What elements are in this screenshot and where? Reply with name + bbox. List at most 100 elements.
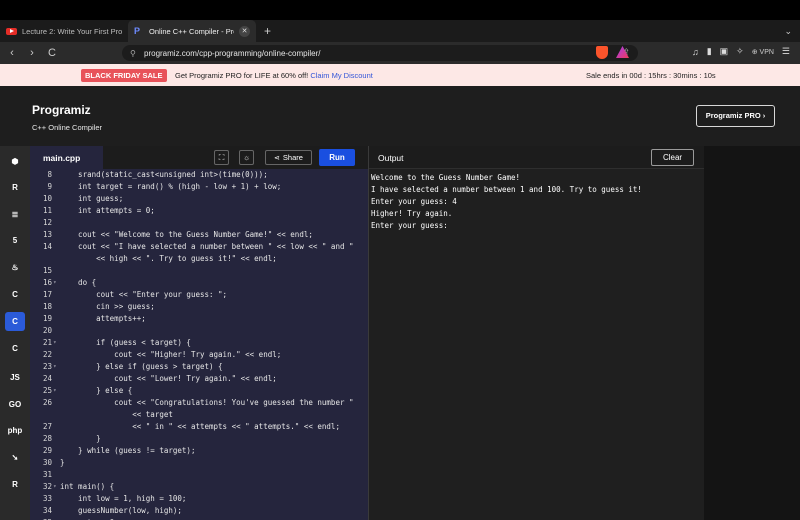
js-icon[interactable]: JS — [5, 368, 25, 387]
output-line: Enter your guess: 4 — [371, 197, 457, 206]
output-title: Output — [378, 153, 404, 163]
leo-icon[interactable]: ✧ — [736, 46, 744, 57]
claim-discount-link[interactable]: Claim My Discount — [310, 71, 373, 80]
clear-button[interactable]: Clear — [651, 149, 694, 166]
code-text: << " in " << attempts << " attempts." <<… — [60, 422, 340, 431]
tab-menu-icon[interactable]: ⌄ — [784, 26, 792, 37]
forward-button[interactable]: › — [24, 47, 40, 59]
php-icon[interactable]: php — [5, 421, 25, 440]
page-margin — [704, 146, 800, 520]
file-tab[interactable]: main.cpp — [30, 146, 103, 169]
code-text: } else { — [60, 386, 133, 395]
line-number: 19 — [42, 314, 52, 323]
sale-timer: Sale ends in 00d : 15hrs : 30mins : 10s — [586, 71, 716, 80]
r-icon[interactable]: R — [5, 178, 25, 197]
code-text: srand(static_cast<unsigned int>(time(0))… — [60, 170, 268, 179]
code-editor-panel: main.cpp ⛶ ☼ ⋖ Share Run 8 srand(static_c… — [30, 146, 368, 520]
html-icon[interactable]: 5 — [5, 231, 25, 250]
code-line: 29 } while (guess != target); — [30, 445, 368, 457]
line-number: 20 — [42, 326, 52, 335]
programiz-pro-button[interactable]: Programiz PRO › — [696, 105, 775, 127]
python-icon[interactable]: ⬢ — [5, 152, 25, 171]
code-line: 13 cout << "Welcome to the Guess Number … — [30, 229, 368, 241]
code-line: 27 << " in " << attempts << " attempts."… — [30, 421, 368, 433]
site-settings-icon[interactable]: ⚲ — [130, 49, 136, 58]
code-text: int attempts = 0; — [60, 206, 155, 215]
code-line: 32 ▾ int main() { — [30, 481, 368, 493]
menu-icon[interactable]: ☰ — [782, 46, 790, 57]
code-line: 18 cin >> guess; — [30, 301, 368, 313]
line-number: 26 — [42, 398, 52, 407]
sql-icon[interactable]: ≣ — [5, 205, 25, 224]
fold-toggle-icon[interactable]: ▾ — [53, 481, 57, 493]
site-header: Programiz C++ Online Compiler Programiz … — [0, 86, 800, 146]
new-tab-button[interactable]: + — [256, 24, 279, 38]
code-line: 25 ▾ } else { — [30, 385, 368, 397]
code-text: cout << "Lower! Try again." << endl; — [60, 374, 277, 383]
code-text: cout << "Congratulations! You've guessed… — [60, 398, 354, 407]
brave-shield-icon[interactable] — [596, 46, 608, 59]
fold-toggle-icon[interactable]: ▾ — [53, 277, 57, 289]
csharp-icon[interactable]: C — [5, 339, 25, 358]
toolbar-icons: ♫ ▮ ▣ ✧ ⊕ VPN ☰ — [692, 46, 790, 57]
fold-toggle-icon[interactable]: ▾ — [53, 361, 57, 373]
code-text: } — [60, 458, 65, 467]
line-number: 11 — [42, 206, 52, 215]
run-button[interactable]: Run — [319, 149, 355, 166]
promo-banner: BLACK FRIDAY SALE Get Programiz PRO for … — [0, 64, 800, 86]
output-header: Output Clear — [369, 146, 705, 169]
c-icon[interactable]: C — [5, 285, 25, 304]
share-button[interactable]: ⋖ Share — [265, 150, 312, 165]
cpp-icon[interactable]: C — [5, 312, 25, 331]
code-line: 23 ▾ } else if (guess > target) { — [30, 361, 368, 373]
line-number: 32 — [42, 482, 52, 491]
tab-compiler[interactable]: P Online C++ Compiler - Progra ✕ — [128, 20, 256, 42]
line-number: 21 — [42, 338, 52, 347]
output-console[interactable]: Welcome to the Guess Number Game! I have … — [371, 172, 642, 232]
fold-toggle-icon[interactable]: ▾ — [53, 337, 57, 349]
output-line: Higher! Try again. — [371, 209, 453, 218]
code-line: 20 — [30, 325, 368, 337]
line-number: 15 — [42, 266, 52, 275]
code-text: cout << "I have selected a number betwee… — [60, 242, 354, 251]
code-line: 8 srand(static_cast<unsigned int>(time(0… — [30, 169, 368, 181]
address-bar-row: ‹ › C ⌑ ⚲ programiz.com/cpp-programming/… — [0, 42, 800, 64]
theme-toggle-icon[interactable]: ☼ — [239, 150, 254, 165]
code-line: 33 int low = 1, high = 100; — [30, 493, 368, 505]
line-number: 28 — [42, 434, 52, 443]
code-text: do { — [60, 278, 97, 287]
fold-toggle-icon[interactable]: ▾ — [53, 385, 57, 397]
output-line: I have selected a number between 1 and 1… — [371, 185, 642, 194]
code-text: guessNumber(low, high); — [60, 506, 182, 515]
back-button[interactable]: ‹ — [4, 47, 20, 59]
code-line: 14 cout << "I have selected a number bet… — [30, 241, 368, 253]
sidebar-icon[interactable]: ▮ — [707, 46, 712, 57]
line-number: 23 — [42, 362, 52, 371]
media-icon[interactable]: ♫ — [692, 47, 699, 57]
line-number: 18 — [42, 302, 52, 311]
line-number: 13 — [42, 230, 52, 239]
java-icon[interactable]: ♨ — [5, 258, 25, 277]
programiz-logo[interactable]: Programiz — [32, 103, 91, 117]
code-text: int low = 1, high = 100; — [60, 494, 187, 503]
line-number: 14 — [42, 242, 52, 251]
tab-title: Lecture 2: Write Your First Progra — [22, 26, 122, 36]
line-number: 34 — [42, 506, 52, 515]
reload-button[interactable]: C — [44, 47, 60, 59]
tab-lecture[interactable]: Lecture 2: Write Your First Progra — [0, 20, 128, 42]
url-field[interactable]: ⚲ programiz.com/cpp-programming/online-c… — [122, 45, 638, 61]
wallet-icon[interactable]: ▣ — [720, 46, 729, 57]
fullscreen-icon[interactable]: ⛶ — [214, 150, 229, 165]
go-icon[interactable]: GO — [5, 395, 25, 414]
code-area[interactable]: 8 srand(static_cast<unsigned int>(time(0… — [30, 169, 368, 520]
code-text: int target = rand() % (high - low + 1) +… — [60, 182, 282, 191]
close-icon[interactable]: ✕ — [239, 25, 250, 37]
promo-message: Get Programiz PRO for LIFE at 60% off! — [175, 71, 309, 80]
screen: Lecture 2: Write Your First Progra P Onl… — [0, 0, 800, 520]
vpn-button[interactable]: ⊕ VPN — [752, 48, 774, 56]
code-line: 34 guessNumber(low, high); — [30, 505, 368, 517]
code-line: 28 } — [30, 433, 368, 445]
swift-icon[interactable]: ➘ — [5, 448, 25, 467]
code-line: 19 attempts++; — [30, 313, 368, 325]
rust-icon[interactable]: R — [5, 475, 25, 494]
